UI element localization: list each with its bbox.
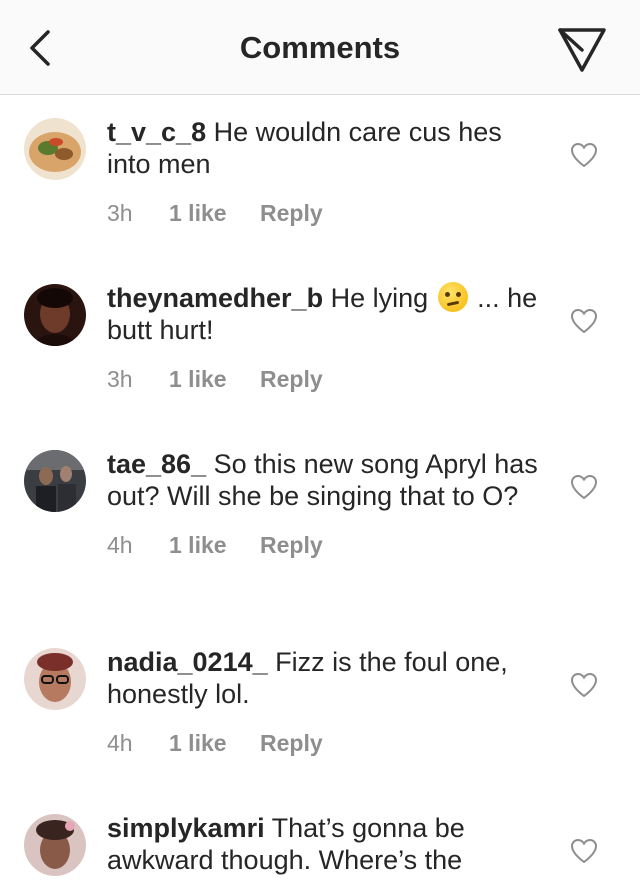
comment-meta: 4h 1 like Reply [107,532,547,559]
like-count[interactable]: 1 like [169,730,260,757]
paper-plane-icon [558,28,606,72]
comment-text: t_v_c_8 He wouldn care cus hes into men [107,117,502,179]
comment-time: 3h [107,200,133,226]
thinking-face-emoji-icon [437,282,468,312]
reply-button[interactable]: Reply [260,200,323,227]
avatar[interactable] [24,284,86,346]
comment-text: nadia_0214_ Fizz is the foul one, honest… [107,647,508,709]
comment-text: tae_86_ So this new song Apryl has out? … [107,449,538,511]
page-title: Comments [239,30,401,65]
comment-text: simplykamri That’s gonna be awkward thou… [107,813,465,875]
comment-username[interactable]: theynamedher_b [107,283,323,313]
reply-button[interactable]: Reply [260,366,323,393]
heart-icon[interactable] [570,308,598,334]
reply-button[interactable]: Reply [260,730,323,757]
direct-message-button[interactable] [556,24,608,74]
comment-username[interactable]: t_v_c_8 [107,117,206,147]
comment-time: 3h [107,366,133,392]
avatar[interactable] [24,450,86,512]
comment-text: theynamedher_b He lying ... he butt hurt… [107,282,538,345]
like-count[interactable]: 1 like [169,200,260,227]
like-count[interactable]: 1 like [169,532,260,559]
heart-icon[interactable] [570,474,598,500]
comment-username[interactable]: tae_86_ [107,449,206,479]
comment-username[interactable]: nadia_0214_ [107,647,268,677]
comment-meta: 3h 1 like Reply [107,200,547,227]
like-count[interactable]: 1 like [169,366,260,393]
comment-time: 4h [107,730,133,756]
comment-time: 4h [107,532,133,558]
top-bar: Comments [0,0,640,95]
heart-icon[interactable] [570,838,598,864]
avatar[interactable] [24,814,86,876]
comment-username[interactable]: simplykamri [107,813,265,843]
avatar[interactable] [24,648,86,710]
reply-button[interactable]: Reply [260,532,323,559]
heart-icon[interactable] [570,142,598,168]
comment-meta: 3h 1 like Reply [107,366,547,393]
avatar[interactable] [24,118,86,180]
heart-icon[interactable] [570,672,598,698]
comment-meta: 4h 1 like Reply [107,730,547,757]
